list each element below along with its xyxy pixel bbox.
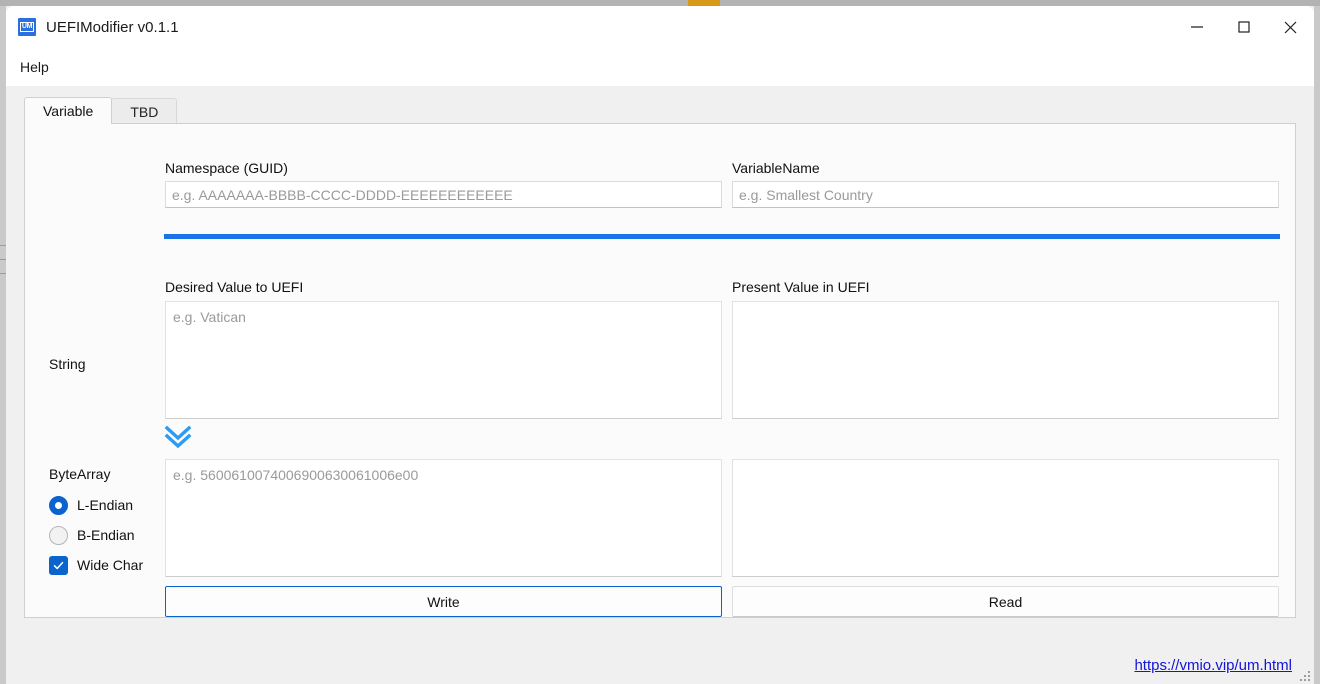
checkbox-option-wide-char[interactable]: Wide Char: [49, 554, 143, 576]
radio-option-l-endian[interactable]: L-Endian: [49, 494, 133, 516]
menu-bar: Help: [6, 48, 1314, 86]
menu-item-help[interactable]: Help: [12, 56, 57, 78]
radio-l-endian-icon: [49, 495, 68, 515]
app-logo-text: UM: [19, 22, 35, 32]
radio-option-b-endian[interactable]: B-Endian: [49, 524, 135, 546]
tab-tbd[interactable]: TBD: [111, 98, 178, 124]
checkbox-wide-char-icon: [49, 555, 68, 575]
section-divider: [164, 234, 1280, 239]
check-icon: [53, 561, 64, 569]
website-link[interactable]: https://vmio.vip/um.html: [1134, 657, 1292, 674]
radio-b-endian-label: B-Endian: [77, 527, 135, 543]
title-bar[interactable]: UM UEFIModifier v0.1.1: [6, 6, 1314, 48]
window-body: Variable TBD Namespace (GUID) VariableNa…: [6, 86, 1314, 684]
bytearray-desired-textarea[interactable]: [165, 459, 722, 577]
bytearray-row-label: ByteArray: [49, 466, 111, 482]
desktop-right-gutter: [1314, 6, 1320, 684]
namespace-label: Namespace (GUID): [165, 160, 288, 176]
window-controls: [1173, 6, 1314, 48]
desired-value-label: Desired Value to UEFI: [165, 279, 304, 295]
status-bar: https://vmio.vip/um.html: [6, 640, 1314, 684]
double-chevron-down-icon[interactable]: [163, 424, 193, 450]
tab-variable[interactable]: Variable: [24, 97, 113, 124]
bytearray-present-textarea[interactable]: [732, 459, 1279, 577]
maximize-icon: [1237, 21, 1250, 33]
resize-grip[interactable]: [1298, 669, 1310, 681]
string-present-textarea[interactable]: [732, 301, 1279, 419]
maximize-button[interactable]: [1220, 6, 1267, 48]
minimize-button[interactable]: [1173, 6, 1220, 48]
radio-b-endian-icon: [49, 525, 68, 545]
tab-panel-variable: Namespace (GUID) VariableName Desired Va…: [24, 123, 1296, 618]
variable-name-input[interactable]: [732, 181, 1279, 208]
radio-l-endian-label: L-Endian: [77, 497, 134, 513]
namespace-input[interactable]: [165, 181, 722, 208]
checkbox-wide-char-label: Wide Char: [77, 557, 144, 573]
app-logo-um-icon: UM: [18, 18, 36, 36]
close-button[interactable]: [1267, 6, 1314, 48]
read-button[interactable]: Read: [732, 586, 1279, 617]
string-row-label: String: [49, 356, 86, 372]
minimize-icon: [1190, 26, 1203, 28]
window-title: UEFIModifier v0.1.1: [46, 18, 179, 36]
present-value-label: Present Value in UEFI: [732, 279, 870, 295]
application-window: UM UEFIModifier v0.1.1 Help Variable TBD…: [6, 6, 1314, 684]
string-desired-textarea[interactable]: [165, 301, 722, 419]
variable-name-label: VariableName: [732, 160, 820, 176]
close-icon: [1284, 21, 1297, 33]
write-button[interactable]: Write: [165, 586, 722, 617]
tab-strip: Variable TBD: [24, 97, 178, 124]
